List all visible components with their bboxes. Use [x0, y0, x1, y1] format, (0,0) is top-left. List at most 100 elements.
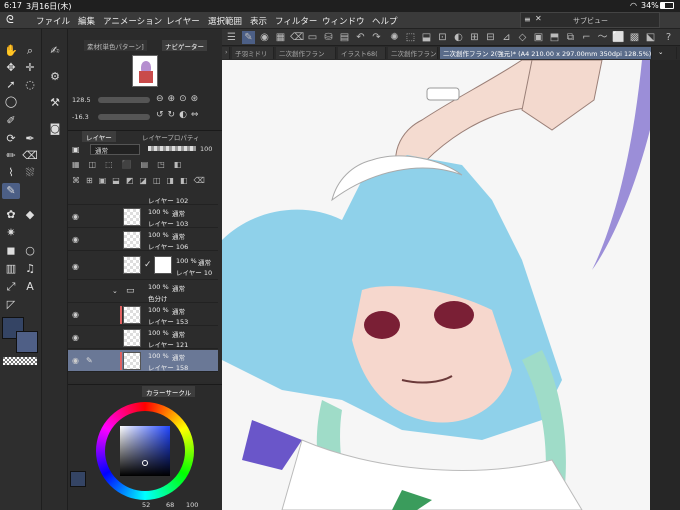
balloon-icon[interactable]: ♫ — [21, 261, 39, 277]
select-icon[interactable]: ⬒ — [548, 31, 561, 44]
snap-icon[interactable]: ▣ — [532, 31, 545, 44]
layer-row[interactable]: ◉ 100 % 通常 レイヤー 121 — [68, 327, 218, 349]
ruler-tool-icon[interactable]: ⤢ — [2, 279, 20, 295]
drawing-canvas[interactable] — [222, 60, 650, 510]
lasso-icon[interactable]: ◌ — [21, 77, 39, 93]
brush-size-icon[interactable]: ✍ — [46, 43, 64, 59]
lasso-fill-icon[interactable]: ⟳ — [2, 131, 20, 147]
right-scroll-strip[interactable] — [650, 60, 680, 510]
delete-icon[interactable]: ⌫ — [290, 31, 304, 44]
eye-icon[interactable]: ◉ — [72, 310, 79, 319]
layer-row[interactable]: ◉ ✓ 100 % 通常 レイヤー 10 — [68, 252, 218, 280]
hue-ring[interactable] — [96, 402, 194, 500]
grid-icon[interactable]: ▦ — [274, 31, 287, 44]
zoom-buttons[interactable]: ⊖⊕⊙⊛ — [156, 94, 202, 104]
tab-document[interactable]: 二次創作フラン — [388, 47, 438, 59]
tab-color-circle[interactable]: カラーサークル — [142, 386, 196, 397]
layout-icon[interactable]: ⬕ — [644, 31, 657, 44]
layer-folder-row[interactable]: ⌄ ▭ 100 % 通常 色分け — [68, 281, 218, 303]
transform-icon[interactable]: ⬚ — [404, 31, 417, 44]
menu-window[interactable]: ウィンドウ — [322, 15, 365, 27]
opacity-slider[interactable] — [148, 146, 196, 151]
tab-scroll-icon[interactable]: ⌄ — [655, 47, 677, 59]
layer-view-icon[interactable]: ◉ — [258, 31, 271, 44]
eye-icon[interactable]: ◉ — [72, 262, 79, 271]
menu-select[interactable]: 選択範囲 — [208, 15, 242, 27]
camera-icon[interactable]: ◙ — [46, 121, 64, 137]
airbrush-icon[interactable]: ⛆ — [21, 165, 39, 181]
subview-window[interactable]: ≡ ✕ サブビュー — [520, 12, 660, 28]
pencil-icon[interactable]: ✏ — [2, 148, 20, 164]
crop-icon[interactable]: ⊡ — [436, 31, 449, 44]
menu-file[interactable]: ファイル — [36, 15, 70, 27]
layer-row[interactable]: レイヤー 102 — [68, 193, 218, 205]
sub-color-swatch[interactable] — [16, 331, 38, 353]
move-icon[interactable]: ✥ — [2, 60, 20, 76]
frame-icon[interactable]: ▥ — [2, 261, 20, 277]
menu-edit[interactable]: 編集 — [78, 15, 95, 27]
text-icon[interactable]: A — [21, 279, 39, 295]
tab-list-icon[interactable]: › — [222, 47, 230, 59]
menu-animation[interactable]: アニメーション — [103, 15, 162, 27]
layer-tool-row-2[interactable]: ⌘⊞▣⬓◩◪◫◨◧⌫ — [72, 176, 218, 188]
menu-filter[interactable]: フィルター — [275, 15, 317, 27]
erase-icon[interactable]: ◇ — [516, 31, 529, 44]
sub-tool-settings-icon[interactable]: ⚙ — [46, 69, 64, 85]
tab-document-active[interactable]: 二次創作フラン 2(強元)* (A4 210.00 x 297.00mm 350… — [440, 47, 652, 59]
zoom-icon[interactable]: ⌕ — [21, 43, 39, 59]
zoom-slider[interactable] — [98, 97, 150, 103]
brush-stroke-icon[interactable]: 〜 — [596, 31, 609, 44]
rotate-slider[interactable] — [98, 114, 150, 120]
brush-icon[interactable]: ⌇ — [2, 165, 20, 181]
expand-icon[interactable]: ⊞ — [468, 31, 481, 44]
tool-property-icon[interactable]: ⚒ — [46, 95, 64, 111]
layer-tool-row-1[interactable]: ▦◫⬚⬛▤◳◧ — [72, 160, 218, 172]
border-icon[interactable]: ⬜ — [612, 31, 625, 44]
tab-material[interactable]: 素材[単色パターン] — [84, 40, 147, 51]
menu-icon[interactable]: ☰ — [225, 31, 238, 44]
menu-view[interactable]: 表示 — [250, 15, 267, 27]
pen-tool-icon[interactable]: ✒ — [21, 131, 39, 147]
rotate-icon[interactable]: ✛ — [21, 60, 39, 76]
ruler-show-icon[interactable]: ⌐ — [580, 31, 593, 44]
eyedropper-icon[interactable]: ✐ — [2, 113, 20, 129]
invert-icon[interactable]: ◐ — [452, 31, 465, 44]
correct-line-icon[interactable]: ◸ — [2, 297, 20, 313]
clear-icon[interactable]: ▭ — [306, 31, 319, 44]
tab-navigator[interactable]: ナビゲーター — [162, 40, 207, 51]
lasso-select-icon[interactable]: ◯ — [2, 94, 20, 110]
blend-mode-select[interactable]: 通常 — [90, 144, 140, 155]
fill-bucket-icon[interactable]: ◆ — [21, 207, 39, 223]
app-logo-icon[interactable]: ᘓ — [6, 13, 14, 27]
gradient-icon[interactable]: ◼ — [2, 243, 20, 259]
tone-icon[interactable]: ▩ — [628, 31, 641, 44]
figure-icon[interactable]: ○ — [21, 243, 39, 259]
tab-document[interactable]: 二次創作フラン — [276, 47, 336, 59]
tab-layer-property[interactable]: レイヤープロパティ — [138, 131, 204, 142]
pen-icon[interactable]: ✎ — [242, 31, 255, 44]
blend-tool-icon[interactable]: ✎ — [2, 183, 20, 199]
saturation-value-square[interactable] — [120, 426, 170, 476]
tab-document[interactable]: イラスト68( — [338, 47, 386, 59]
arrow-select-icon[interactable]: ➚ — [2, 77, 20, 93]
shrink-icon[interactable]: ⊟ — [484, 31, 497, 44]
eye-icon[interactable]: ◉ — [72, 356, 79, 365]
chevron-down-icon[interactable]: ⌄ — [112, 287, 118, 295]
layer-row[interactable]: ◉ 100 % 通常 レイヤー 103 — [68, 206, 218, 228]
tab-document[interactable]: 子羽ミドリ — [232, 47, 274, 59]
menu-layer[interactable]: レイヤー — [166, 15, 200, 27]
transparent-color-swatch[interactable] — [3, 357, 37, 365]
layer-row-selected[interactable]: ◉ ✎ 100 % 通常 レイヤー 158 — [68, 350, 218, 372]
eye-icon[interactable]: ◉ — [72, 212, 79, 221]
navigator-preview[interactable] — [132, 55, 158, 87]
close-icon[interactable]: ✕ — [535, 14, 542, 23]
lock-icon[interactable]: ▣ — [72, 145, 80, 154]
hand-icon[interactable]: ✋ — [2, 43, 20, 59]
save-icon[interactable]: ▤ — [338, 31, 351, 44]
fill-icon[interactable]: ⛁ — [322, 31, 335, 44]
decoration-icon[interactable]: ✿ — [2, 207, 20, 223]
color-picker-cursor[interactable] — [142, 460, 148, 466]
deselect-icon[interactable]: ⬓ — [420, 31, 433, 44]
eye-icon[interactable]: ◉ — [72, 235, 79, 244]
layer-row[interactable]: ◉ 100 % 通常 レイヤー 153 — [68, 304, 218, 326]
